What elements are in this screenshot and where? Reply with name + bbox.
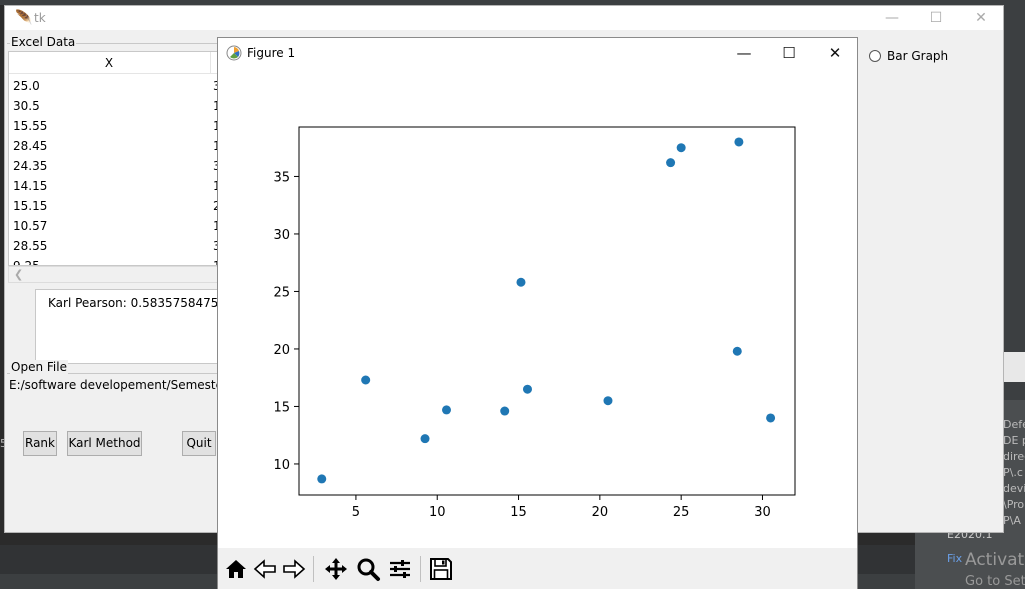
- x-tick-label: 10: [429, 505, 446, 520]
- ide-log-line: Defe: [1003, 418, 1025, 431]
- maximize-button[interactable]: ☐: [916, 8, 956, 28]
- scatter-point: [420, 434, 430, 444]
- save-icon[interactable]: [427, 555, 455, 583]
- forward-icon[interactable]: [280, 555, 308, 583]
- zoom-icon[interactable]: [354, 555, 382, 583]
- ide-log-line: \Pro: [1003, 498, 1025, 511]
- scatter-point: [317, 474, 327, 484]
- feather-icon: 🪶: [15, 10, 33, 26]
- figure-titlebar[interactable]: Figure 1 — ☐ ✕: [218, 38, 857, 68]
- ide-log-line: direc: [1003, 450, 1025, 463]
- y-tick-label: 35: [273, 170, 290, 185]
- y-tick-label: 10: [273, 458, 290, 473]
- cell-x: 28.45: [13, 139, 48, 153]
- ide-log-line: P\.c: [1003, 466, 1023, 479]
- file-path-text: E:/software developement/Semester 5/S: [9, 378, 223, 392]
- horizontal-scrollbar[interactable]: ❮: [8, 266, 223, 283]
- cell-x: 30.5: [13, 99, 40, 113]
- scatter-point: [766, 413, 776, 423]
- bar-graph-radio[interactable]: [869, 50, 881, 62]
- open-file-label: Open File: [10, 360, 68, 374]
- y-tick-label: 25: [273, 285, 290, 300]
- navigation-toolbar: [218, 548, 857, 589]
- table-row[interactable]: 9.251: [9, 256, 222, 266]
- figure-title: Figure 1: [247, 46, 296, 60]
- scatter-plot[interactable]: 5 10 15 20 25 30 10 15 20 25 30 35: [218, 68, 857, 548]
- scatter-point: [441, 405, 451, 415]
- cell-x: 25.0: [13, 79, 40, 93]
- scatter-point: [676, 143, 686, 153]
- scatter-point: [500, 406, 510, 416]
- y-tick-label: 20: [273, 343, 290, 358]
- ide-fix-link[interactable]: Fix: [947, 552, 962, 565]
- minimize-button[interactable]: —: [872, 8, 912, 28]
- figure-maximize-button[interactable]: ☐: [766, 38, 812, 68]
- figure-close-button[interactable]: ✕: [812, 38, 858, 68]
- table-row[interactable]: 28.553: [9, 236, 222, 256]
- home-icon[interactable]: [222, 555, 250, 583]
- table-row[interactable]: 15.551: [9, 116, 222, 136]
- x-tick-label: 5: [352, 505, 360, 520]
- table-row[interactable]: 24.353: [9, 156, 222, 176]
- cell-x: 10.57: [13, 219, 48, 233]
- scatter-point: [734, 137, 744, 147]
- table-row[interactable]: 14.151: [9, 176, 222, 196]
- cell-x: 15.15: [13, 199, 48, 213]
- table-row[interactable]: 15.152: [9, 196, 222, 216]
- excel-data-table[interactable]: X 25.03 30.51 15.551 28.451 24.353 14.15…: [8, 51, 223, 266]
- configure-subplots-icon[interactable]: [386, 555, 414, 583]
- ide-log-line: DE p: [1003, 434, 1025, 447]
- axes-frame: [298, 126, 796, 496]
- karl-pearson-result: Karl Pearson: 0.583575847581009: [48, 296, 224, 310]
- close-button[interactable]: ✕: [961, 8, 1001, 28]
- ide-background-strip: [1004, 352, 1025, 382]
- table-header: X: [9, 52, 222, 74]
- column-header-x[interactable]: X: [9, 52, 209, 74]
- excel-data-label: Excel Data: [10, 35, 77, 49]
- y-tick-label: 30: [273, 228, 290, 243]
- table-row[interactable]: 25.03: [9, 76, 222, 96]
- scatter-point: [732, 346, 742, 356]
- activate-watermark: Activat: [965, 550, 1025, 570]
- table-row[interactable]: 30.51: [9, 96, 222, 116]
- scatter-point: [361, 375, 371, 385]
- y-tick-label: 15: [273, 400, 290, 415]
- cell-x: 9.25: [13, 259, 40, 266]
- toolbar-separator: [313, 556, 314, 582]
- scatter-point: [603, 396, 613, 406]
- table-row[interactable]: 10.571: [9, 216, 222, 236]
- result-textbox[interactable]: Karl Pearson: 0.583575847581009: [35, 289, 225, 364]
- quit-button[interactable]: Quit: [182, 431, 216, 456]
- rank-button[interactable]: Rank: [23, 431, 57, 456]
- karl-method-button[interactable]: Karl Method: [67, 431, 142, 456]
- scatter-point: [666, 158, 676, 168]
- figure-minimize-button[interactable]: —: [721, 38, 767, 68]
- matplotlib-icon: [226, 45, 242, 61]
- scroll-left-icon[interactable]: ❮: [14, 267, 23, 282]
- table-row[interactable]: 28.451: [9, 136, 222, 156]
- bar-graph-label[interactable]: Bar Graph: [887, 49, 948, 63]
- cell-x: 15.55: [13, 119, 48, 133]
- ide-log-line: devi: [1003, 482, 1025, 495]
- ide-log-line: P\A: [1003, 514, 1021, 527]
- window-title: tk: [34, 11, 46, 25]
- pan-icon[interactable]: [322, 555, 350, 583]
- cell-x: 28.55: [13, 239, 48, 253]
- cell-x: 24.35: [13, 159, 48, 173]
- scatter-point: [522, 384, 532, 394]
- cell-x: 14.15: [13, 179, 48, 193]
- scatter-point: [516, 277, 526, 287]
- x-tick-label: 30: [754, 505, 771, 520]
- goto-settings-watermark: Go to Set: [965, 574, 1025, 589]
- tk-titlebar[interactable]: 🪶 tk — ☐ ✕: [5, 6, 1003, 30]
- x-tick-label: 20: [592, 505, 609, 520]
- x-tick-label: 25: [673, 505, 690, 520]
- x-tick-label: 15: [510, 505, 527, 520]
- toolbar-separator: [420, 556, 421, 582]
- figure-window: Figure 1 — ☐ ✕ 5 10 15 20 25 30 10 15 20 25 30 35: [217, 37, 858, 589]
- back-icon[interactable]: [251, 555, 279, 583]
